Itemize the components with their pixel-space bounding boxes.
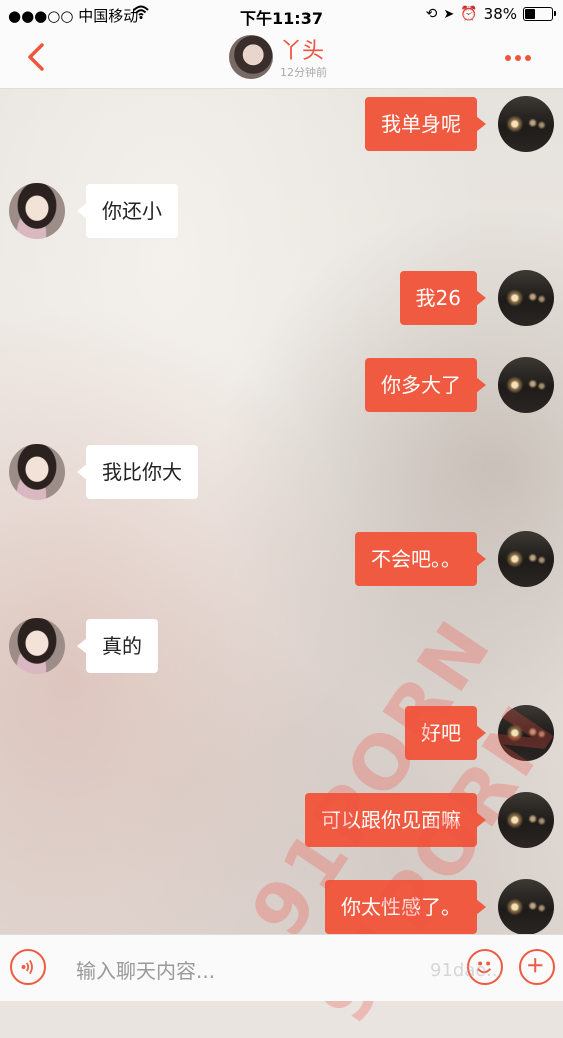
message-bubble-received[interactable]: 我比你大 bbox=[77, 445, 198, 499]
chat-header: 丫头 12分钟前 bbox=[0, 30, 563, 89]
my-avatar[interactable] bbox=[498, 879, 554, 935]
corner-watermark: 91dao... bbox=[430, 960, 504, 981]
message-bubble-received[interactable]: 你还小 bbox=[77, 184, 178, 238]
message-bubble-sent[interactable]: 你多大了 bbox=[365, 358, 486, 412]
contact-avatar[interactable] bbox=[229, 35, 273, 79]
voice-icon[interactable] bbox=[10, 949, 46, 985]
back-arrow-icon[interactable] bbox=[22, 40, 52, 74]
message-bubble-sent[interactable]: 我单身呢 bbox=[365, 97, 486, 151]
my-avatar[interactable] bbox=[498, 531, 554, 587]
add-icon[interactable] bbox=[519, 949, 555, 985]
my-avatar[interactable] bbox=[498, 96, 554, 152]
my-avatar[interactable] bbox=[498, 357, 554, 413]
location-icon: ➤ bbox=[443, 6, 455, 22]
message-bubble-sent[interactable]: 不会吧。。 bbox=[355, 532, 486, 586]
more-options-icon[interactable] bbox=[505, 46, 541, 66]
my-avatar[interactable] bbox=[498, 270, 554, 326]
rotation-lock-icon: ⟲ bbox=[425, 6, 438, 22]
contact-message-avatar[interactable] bbox=[9, 183, 65, 239]
contact-message-avatar[interactable] bbox=[9, 618, 65, 674]
message-input[interactable]: 输入聊天内容... bbox=[76, 955, 215, 984]
contact-message-avatar[interactable] bbox=[9, 444, 65, 500]
contact-name[interactable]: 丫头 bbox=[280, 33, 324, 65]
battery-percent: 38% bbox=[483, 5, 517, 23]
status-bar: ●●●○○ 中国移动 下午11:37 ⟲ ➤ ⏰ 38% bbox=[0, 0, 563, 30]
alarm-icon: ⏰ bbox=[460, 6, 478, 22]
message-bubble-sent[interactable]: 我26 bbox=[399, 271, 487, 325]
last-seen: 12分钟前 bbox=[280, 66, 327, 79]
battery-icon bbox=[523, 7, 556, 21]
message-bubble-received[interactable]: 真的 bbox=[77, 619, 158, 673]
